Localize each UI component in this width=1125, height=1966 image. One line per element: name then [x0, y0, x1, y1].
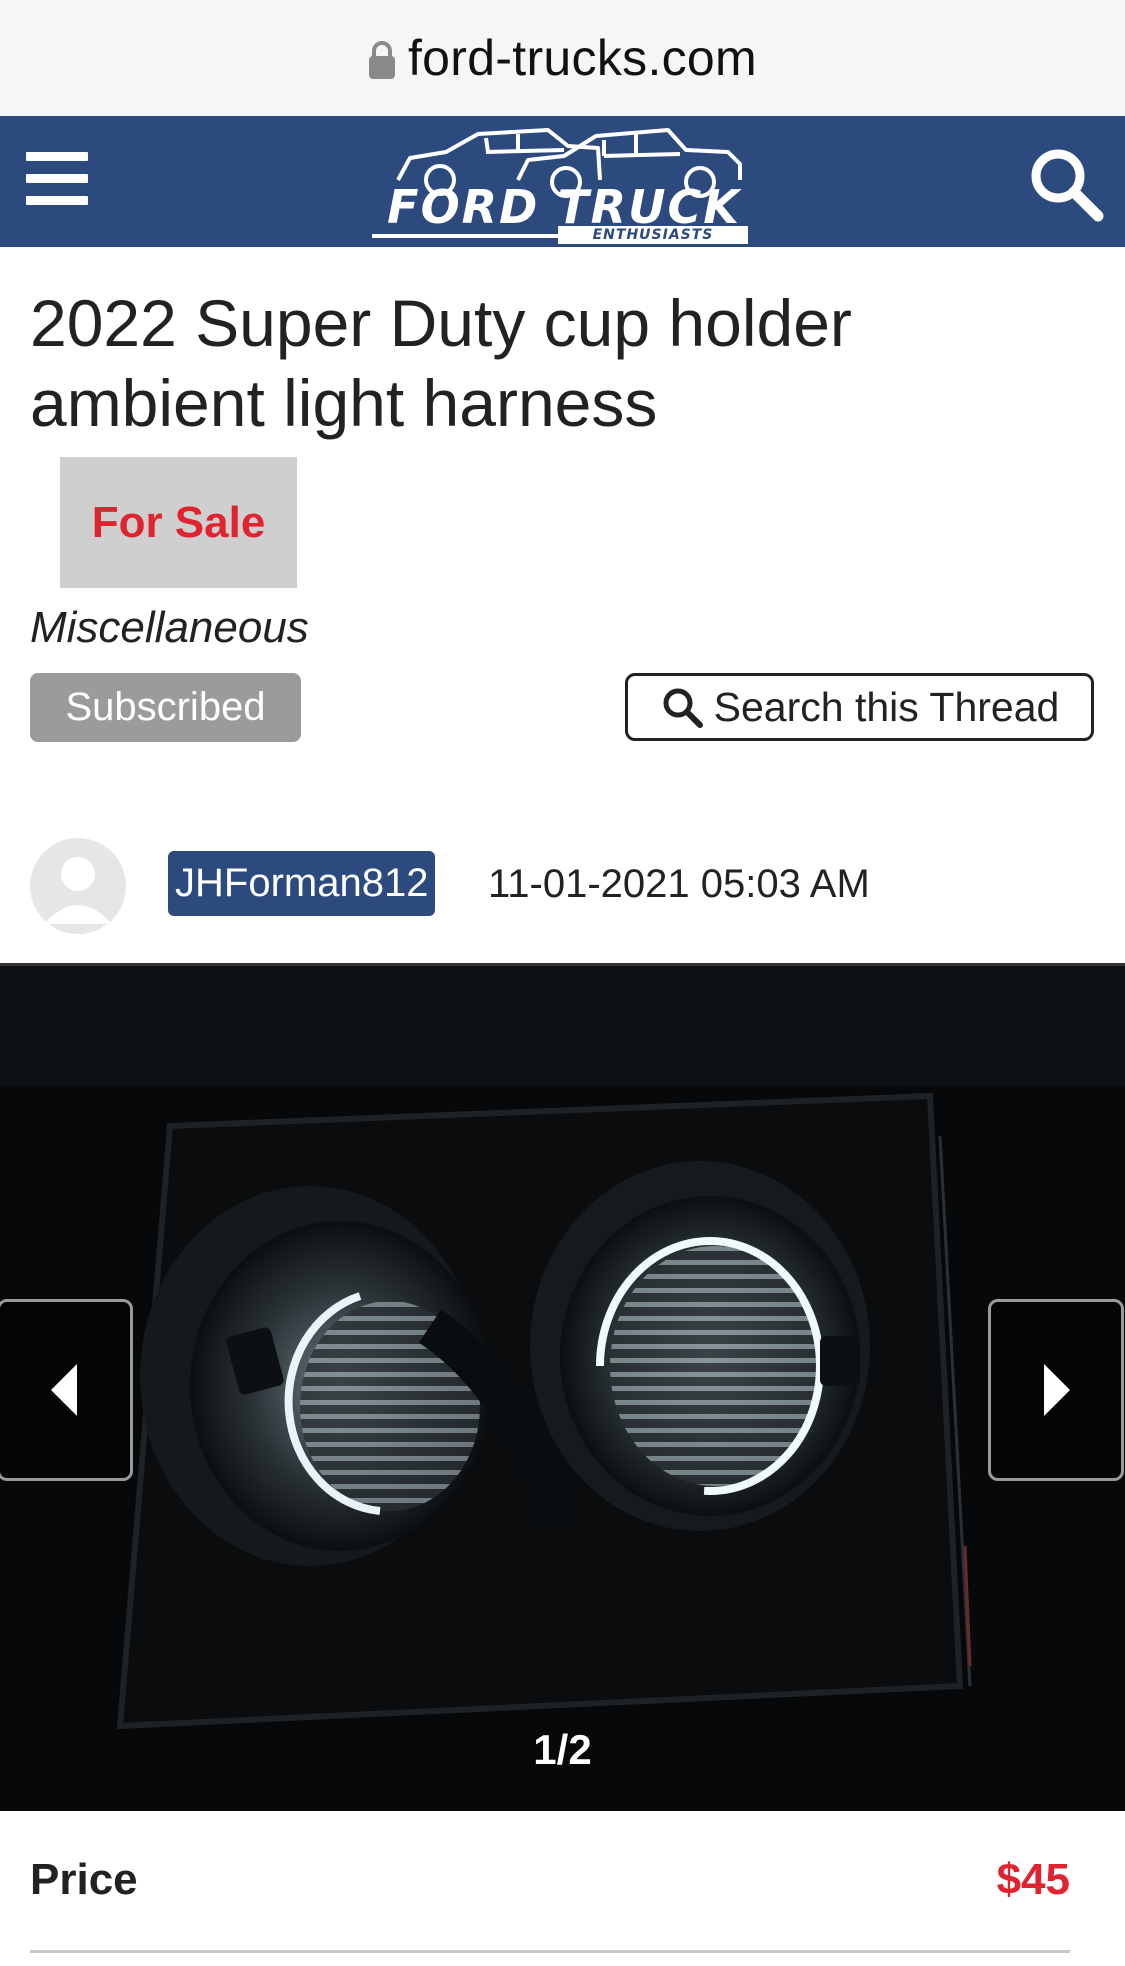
post-author-username[interactable]: JHForman812: [168, 851, 436, 916]
chevron-right-icon: [1044, 1364, 1070, 1416]
image-gallery[interactable]: 1/2: [0, 963, 1125, 1811]
subscribed-button[interactable]: Subscribed: [30, 673, 301, 742]
browser-url-bar[interactable]: ford-trucks.com: [0, 0, 1125, 116]
price-label: Price: [30, 1855, 138, 1904]
avatar[interactable]: [30, 838, 126, 934]
url-domain: ford-trucks.com: [407, 30, 757, 86]
thread-category: Miscellaneous: [30, 603, 309, 652]
avatar-icon: [44, 857, 112, 924]
lock-icon: [368, 41, 395, 79]
search-icon: [663, 688, 703, 728]
site-logo[interactable]: FORD TRUCK ENTHUSIASTS: [368, 116, 760, 247]
search-icon[interactable]: [1026, 144, 1106, 224]
gallery-next-button[interactable]: [988, 1299, 1124, 1481]
cup-holder-photo: [0, 966, 1125, 1811]
post-timestamp: 11-01-2021 05:03 AM: [488, 862, 870, 906]
site-header: FORD TRUCK ENTHUSIASTS: [0, 116, 1125, 247]
gallery-prev-button[interactable]: [0, 1299, 133, 1481]
prefix-label: For Sale: [91, 497, 266, 547]
thread-title: 2022 Super Duty cup holder ambient light…: [30, 286, 852, 440]
menu-icon[interactable]: [26, 152, 88, 208]
gallery-counter: 1/2: [533, 1726, 592, 1773]
search-thread-label: Search this Thread: [713, 683, 1060, 730]
chevron-left-icon: [51, 1364, 77, 1416]
logo-subtext: ENTHUSIASTS: [558, 226, 748, 244]
search-thread-button[interactable]: Search this Thread: [625, 673, 1094, 741]
price-value: $45: [996, 1855, 1070, 1904]
price-row: Price $45: [30, 1808, 1070, 1953]
for-sale-prefix-tag: For Sale: [60, 457, 297, 588]
